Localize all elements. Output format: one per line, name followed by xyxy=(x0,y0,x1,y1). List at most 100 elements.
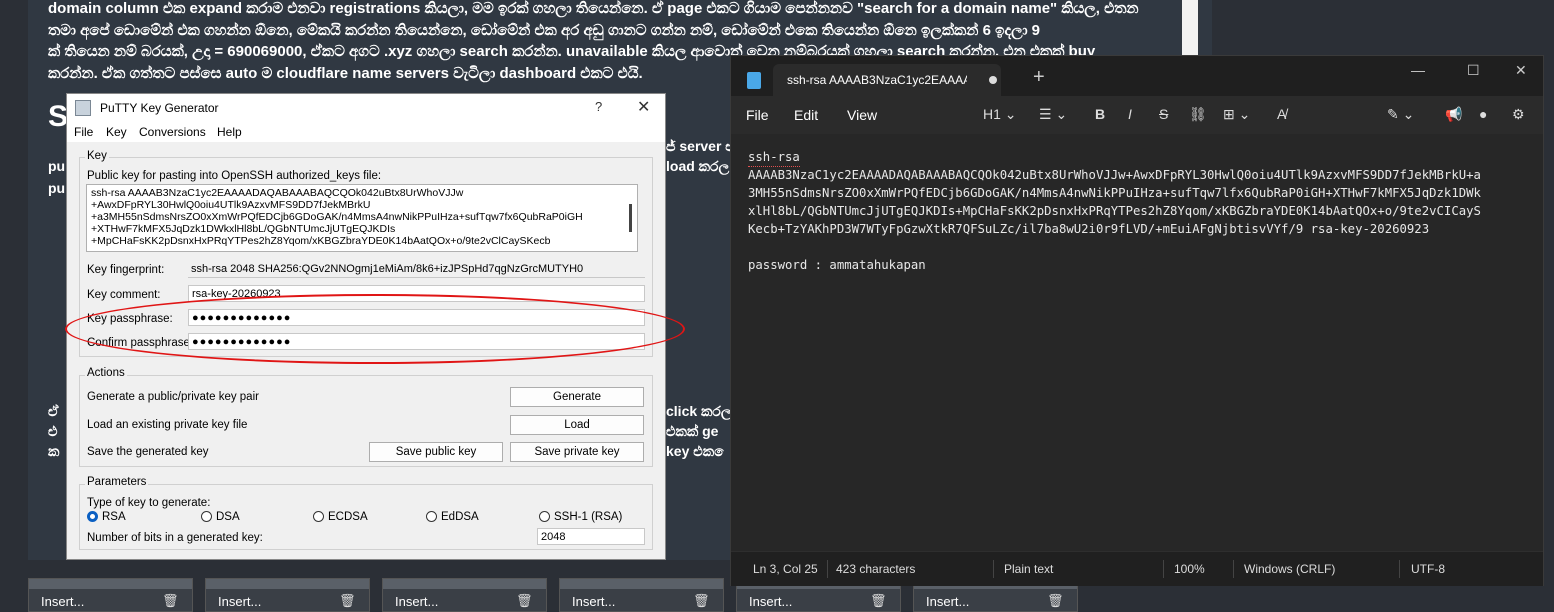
pubkey-scrollbar[interactable] xyxy=(629,204,632,232)
close-button[interactable]: ✕ xyxy=(637,97,650,117)
copilot-dropdown[interactable]: ✎ ⌄ xyxy=(1387,106,1414,123)
close-button[interactable]: ✕ xyxy=(1515,62,1527,79)
menu-key[interactable]: Key xyxy=(106,125,127,139)
trash-icon[interactable]: 🗑 xyxy=(1047,593,1064,609)
chevron-down-icon: ⌄ xyxy=(1004,106,1017,122)
article-fragment: click කරලා xyxy=(666,403,737,419)
pubkey-line: ssh-rsa AAAAB3NzaC1yc2EAAAADAQABAAABAQCQ… xyxy=(91,187,464,199)
trash-icon[interactable]: 🗑 xyxy=(693,593,710,609)
table-dropdown[interactable]: ⊞ ⌄ xyxy=(1223,106,1250,123)
trash-icon[interactable]: 🗑 xyxy=(870,593,887,609)
key-group-label: Key xyxy=(85,150,109,162)
italic-button[interactable]: I xyxy=(1128,106,1132,122)
table-icon: ⊞ xyxy=(1223,106,1235,122)
image-thumbnail[interactable]: Insert... 🗑 xyxy=(205,578,370,612)
thumbnail-label: Insert... xyxy=(572,594,616,609)
generate-button[interactable]: Generate xyxy=(510,387,644,407)
putty-menu-bar: File Key Conversions Help xyxy=(67,122,665,142)
bits-field[interactable]: 2048 xyxy=(537,528,645,545)
tab-title: ssh-rsa AAAAB3NzaC1yc2EAAAADAQA xyxy=(787,73,967,87)
maximize-button[interactable]: ☐ xyxy=(1467,62,1480,79)
new-tab-button[interactable]: + xyxy=(1033,66,1045,89)
help-button[interactable]: ? xyxy=(595,99,602,114)
status-divider xyxy=(1399,560,1400,578)
notepad-window: ssh-rsa AAAAB3NzaC1yc2EAAAADAQA + — ☐ ✕ … xyxy=(730,55,1544,586)
pubkey-line: +XTHwF7kMFX5JqDzk1DWkxlHl8bL/QGbNTUmcJjU… xyxy=(91,223,396,235)
page-edge xyxy=(1182,0,1198,58)
menu-edit[interactable]: Edit xyxy=(794,107,818,123)
article-fragment: pu xyxy=(48,158,66,174)
zoom-level[interactable]: 100% xyxy=(1174,562,1205,576)
radio-icon xyxy=(539,511,550,522)
trash-icon[interactable]: 🗑 xyxy=(162,593,179,609)
whats-new-button[interactable]: 📢 xyxy=(1445,106,1462,123)
article-fragment: ඒ xyxy=(48,403,59,419)
line-ending[interactable]: Windows (CRLF) xyxy=(1244,562,1335,576)
notepad-tab[interactable]: ssh-rsa AAAAB3NzaC1yc2EAAAADAQA xyxy=(773,64,1001,96)
notepad-title-bar[interactable]: ssh-rsa AAAAB3NzaC1yc2EAAAADAQA + — ☐ ✕ xyxy=(731,56,1543,96)
radio-rsa[interactable]: RSA xyxy=(87,511,126,523)
menu-view[interactable]: View xyxy=(847,107,877,123)
save-private-key-button[interactable]: Save private key xyxy=(510,442,644,462)
public-key-textbox[interactable]: ssh-rsa AAAAB3NzaC1yc2EAAAADAQABAAABAQCQ… xyxy=(86,184,638,252)
radio-dsa[interactable]: DSA xyxy=(201,511,240,523)
image-thumbnail[interactable]: Insert... 🗑 xyxy=(559,578,724,612)
passphrase-label: Key passphrase: xyxy=(87,313,173,325)
notepad-app-icon xyxy=(747,72,761,89)
radio-eddsa[interactable]: EdDSA xyxy=(426,511,479,523)
putty-key-generator-window: PuTTY Key Generator ? ✕ File Key Convers… xyxy=(65,93,685,560)
fingerprint-field[interactable]: ssh-rsa 2048 SHA256:QGv2NNOgmj1eMiAm/8k6… xyxy=(188,261,645,278)
key-type-label: Type of key to generate: xyxy=(87,497,211,509)
menu-file[interactable]: File xyxy=(74,125,93,139)
unsaved-dot-icon[interactable] xyxy=(989,76,997,84)
heading-dropdown[interactable]: H1 ⌄ xyxy=(983,106,1017,123)
pubkey-label: Public key for pasting into OpenSSH auth… xyxy=(87,170,382,182)
trash-icon[interactable]: 🗑 xyxy=(339,593,356,609)
encoding[interactable]: UTF-8 xyxy=(1411,562,1445,576)
image-thumbnail[interactable]: Insert... 🗑 xyxy=(382,578,547,612)
confirm-passphrase-field[interactable]: ●●●●●●●●●●●●● xyxy=(188,333,645,350)
notepad-editor[interactable]: ssh-rsa AAAAB3NzaC1yc2EAAAADAQABAAABAQCQ… xyxy=(731,134,1543,551)
bold-button[interactable]: B xyxy=(1095,106,1105,122)
radio-icon xyxy=(313,511,324,522)
settings-button[interactable]: ⚙ xyxy=(1512,106,1525,123)
clear-formatting-button[interactable]: A̸ xyxy=(1277,106,1286,122)
link-button[interactable]: ⛓ xyxy=(1189,106,1207,123)
text-format[interactable]: Plain text xyxy=(1004,562,1053,576)
editor-line: password : ammatahukapan xyxy=(748,258,926,272)
window-title: PuTTY Key Generator xyxy=(100,101,219,115)
comment-field[interactable]: rsa-key-20260923 xyxy=(188,285,645,302)
clear-format-icon: A̸ xyxy=(1277,106,1287,122)
thumbnail-label: Insert... xyxy=(749,594,793,609)
trash-icon[interactable]: 🗑 xyxy=(516,593,533,609)
menu-conversions[interactable]: Conversions xyxy=(139,125,206,139)
pubkey-line: +MpCHaFsKK2pDsnxHxPRqYTPes2hZ8Yqom/xKBGZ… xyxy=(91,235,551,247)
save-public-key-button[interactable]: Save public key xyxy=(369,442,503,462)
editor-line: xlHl8bL/QGbNTUmcJjUTgEQJKDIs+MpCHaFsKK2p… xyxy=(748,204,1481,218)
article-fragment: key එක ෙ xyxy=(666,443,731,459)
cursor-position: Ln 3, Col 25 xyxy=(753,562,818,576)
italic-icon: I xyxy=(1128,106,1132,122)
thumbnail-image xyxy=(383,579,546,589)
account-button[interactable]: ● xyxy=(1479,106,1487,122)
putty-title-bar[interactable]: PuTTY Key Generator ? ✕ xyxy=(67,94,665,122)
thumbnail-image xyxy=(206,579,369,589)
thumbnail-label: Insert... xyxy=(41,594,85,609)
actions-group-label: Actions xyxy=(85,367,127,379)
menu-help[interactable]: Help xyxy=(217,125,242,139)
strikethrough-button[interactable]: S xyxy=(1159,106,1168,122)
notepad-status-bar: Ln 3, Col 25 423 characters Plain text 1… xyxy=(731,551,1543,586)
passphrase-field[interactable]: ●●●●●●●●●●●●● xyxy=(188,309,645,326)
radio-label: RSA xyxy=(102,511,126,523)
heading-value: H1 xyxy=(983,106,1001,122)
radio-ssh1-rsa[interactable]: SSH-1 (RSA) xyxy=(539,511,622,523)
image-thumbnail[interactable]: Insert... 🗑 xyxy=(28,578,193,612)
radio-ecdsa[interactable]: ECDSA xyxy=(313,511,368,523)
article-fragment: load කරල xyxy=(666,158,730,174)
menu-file[interactable]: File xyxy=(746,107,769,123)
parameters-group-label: Parameters xyxy=(85,476,149,488)
article-fragment: එකක් ge xyxy=(666,423,719,439)
list-dropdown[interactable]: ☰ ⌄ xyxy=(1039,106,1067,123)
minimize-button[interactable]: — xyxy=(1411,62,1425,78)
load-button[interactable]: Load xyxy=(510,415,644,435)
